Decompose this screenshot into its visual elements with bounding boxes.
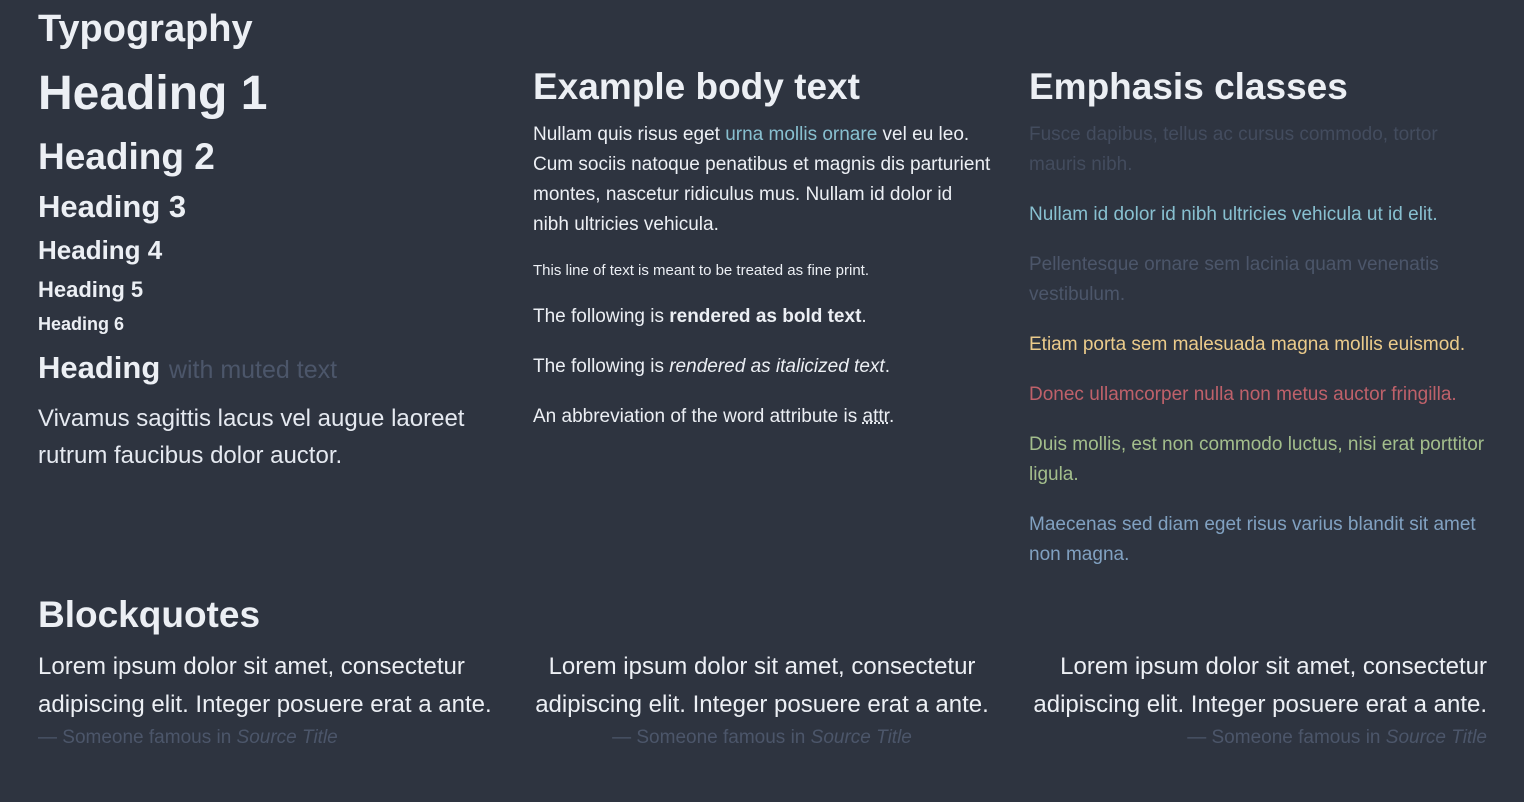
heading-3: Heading 3 (38, 189, 187, 224)
page-title: Typography (38, 8, 253, 50)
blockquotes-title: Blockquotes (38, 594, 261, 635)
footer-prefix: — Someone famous in (1187, 727, 1386, 748)
emphasis-text: Fusce dapibus, tellus ac cursus commodo,… (1029, 124, 1438, 175)
italic-text: rendered as italicized text (669, 356, 885, 377)
abbreviation[interactable]: attr (863, 406, 889, 427)
muted-text: with muted text (168, 356, 338, 384)
emphasis-text: Pellentesque ornare sem lacinia quam ven… (1029, 254, 1439, 305)
blockquote-text: Lorem ipsum dolor sit amet, consectetur … (535, 653, 989, 718)
abbreviation-line: An abbreviation of the word attribute is… (533, 402, 993, 432)
body-paragraph: Nullam quis risus eget urna mollis ornar… (533, 120, 993, 240)
bold-line-suffix: . (861, 306, 867, 327)
body-link[interactable]: urna mollis ornare (725, 124, 877, 145)
fine-print: This line of text is meant to be treated… (533, 262, 870, 279)
blockquote-text: Lorem ipsum dolor sit amet, consectetur … (1033, 653, 1487, 718)
bold-line: The following is rendered as bold text. (533, 302, 993, 332)
emphasis-column: Emphasis classes Fusce dapibus, tellus a… (1029, 62, 1489, 590)
abbreviation-prefix: An abbreviation of the word attribute is (533, 406, 863, 427)
blockquote-footer: — Someone famous in Source Title (38, 725, 498, 751)
headings-column: Heading 1 Heading 2 Heading 3 Heading 4 … (38, 62, 498, 474)
emphasis-text: Donec ullamcorper nulla non metus auctor… (1029, 384, 1457, 405)
blockquote-left: Lorem ipsum dolor sit amet, consectetur … (38, 648, 498, 751)
heading-1: Heading 1 (38, 67, 268, 120)
heading-5: Heading 5 (38, 277, 144, 302)
heading-with-muted-text: Heading with muted text (38, 348, 498, 390)
emphasis-text: Maecenas sed diam eget risus varius blan… (1029, 514, 1476, 565)
blockquote-footer: — Someone famous in Source Title (532, 725, 992, 751)
blockquote-footer: — Someone famous in Source Title (1027, 725, 1487, 751)
blockquote-center: Lorem ipsum dolor sit amet, consectetur … (532, 648, 992, 751)
italic-line: The following is rendered as italicized … (533, 352, 993, 382)
blockquote-right: Lorem ipsum dolor sit amet, consectetur … (1027, 648, 1487, 751)
footer-prefix: — Someone famous in (38, 727, 237, 748)
lead-paragraph: Vivamus sagittis lacus vel augue laoreet… (38, 405, 465, 469)
source-title: Source Title (236, 727, 338, 748)
emphasis-text: Etiam porta sem malesuada magna mollis e… (1029, 334, 1466, 355)
emphasis-text: Duis mollis, est non commodo luctus, nis… (1029, 434, 1485, 485)
italic-line-suffix: . (884, 356, 890, 377)
typography-page: Typography Heading 1 Heading 2 Heading 3… (0, 0, 1524, 802)
italic-line-prefix: The following is (533, 356, 670, 377)
emphasis-text: Nullam id dolor id nibh ultricies vehicu… (1029, 204, 1438, 225)
source-title: Source Title (1385, 727, 1487, 748)
muted-heading-label: Heading (38, 350, 161, 385)
heading-4: Heading 4 (38, 235, 163, 265)
source-title: Source Title (810, 727, 912, 748)
emphasis-list: Fusce dapibus, tellus ac cursus commodo,… (1029, 120, 1489, 570)
emphasis-title: Emphasis classes (1029, 66, 1348, 107)
heading-2: Heading 2 (38, 136, 215, 177)
body-text-column: Example body text Nullam quis risus eget… (533, 62, 993, 452)
blockquote-text: Lorem ipsum dolor sit amet, consectetur … (38, 653, 492, 718)
heading-6: Heading 6 (38, 314, 125, 334)
bold-line-prefix: The following is (533, 306, 670, 327)
body-text-title: Example body text (533, 66, 860, 107)
bold-text: rendered as bold text (669, 306, 862, 327)
abbreviation-suffix: . (888, 406, 895, 427)
body-paragraph-start: Nullam quis risus eget (533, 124, 726, 145)
footer-prefix: — Someone famous in (612, 727, 811, 748)
